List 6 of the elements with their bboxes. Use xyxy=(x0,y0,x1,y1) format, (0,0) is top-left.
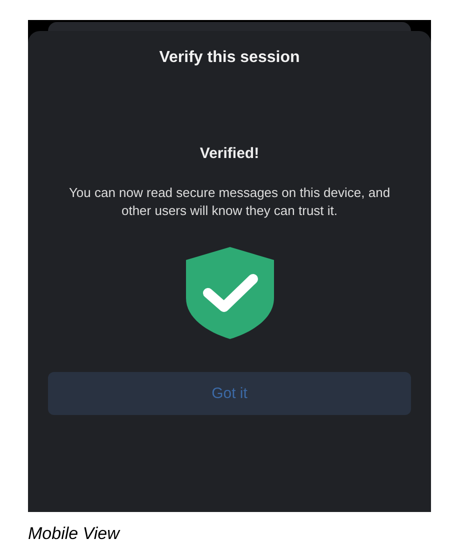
got-it-button[interactable]: Got it xyxy=(48,372,411,415)
figure-caption: Mobile View xyxy=(28,524,120,543)
shield-check-icon xyxy=(184,246,274,340)
sheet-title: Verify this session xyxy=(159,49,300,67)
status-message: You can now read secure messages on this device, and other users will know they can trust it. xyxy=(68,184,392,220)
status-heading: Verified! xyxy=(200,145,260,163)
